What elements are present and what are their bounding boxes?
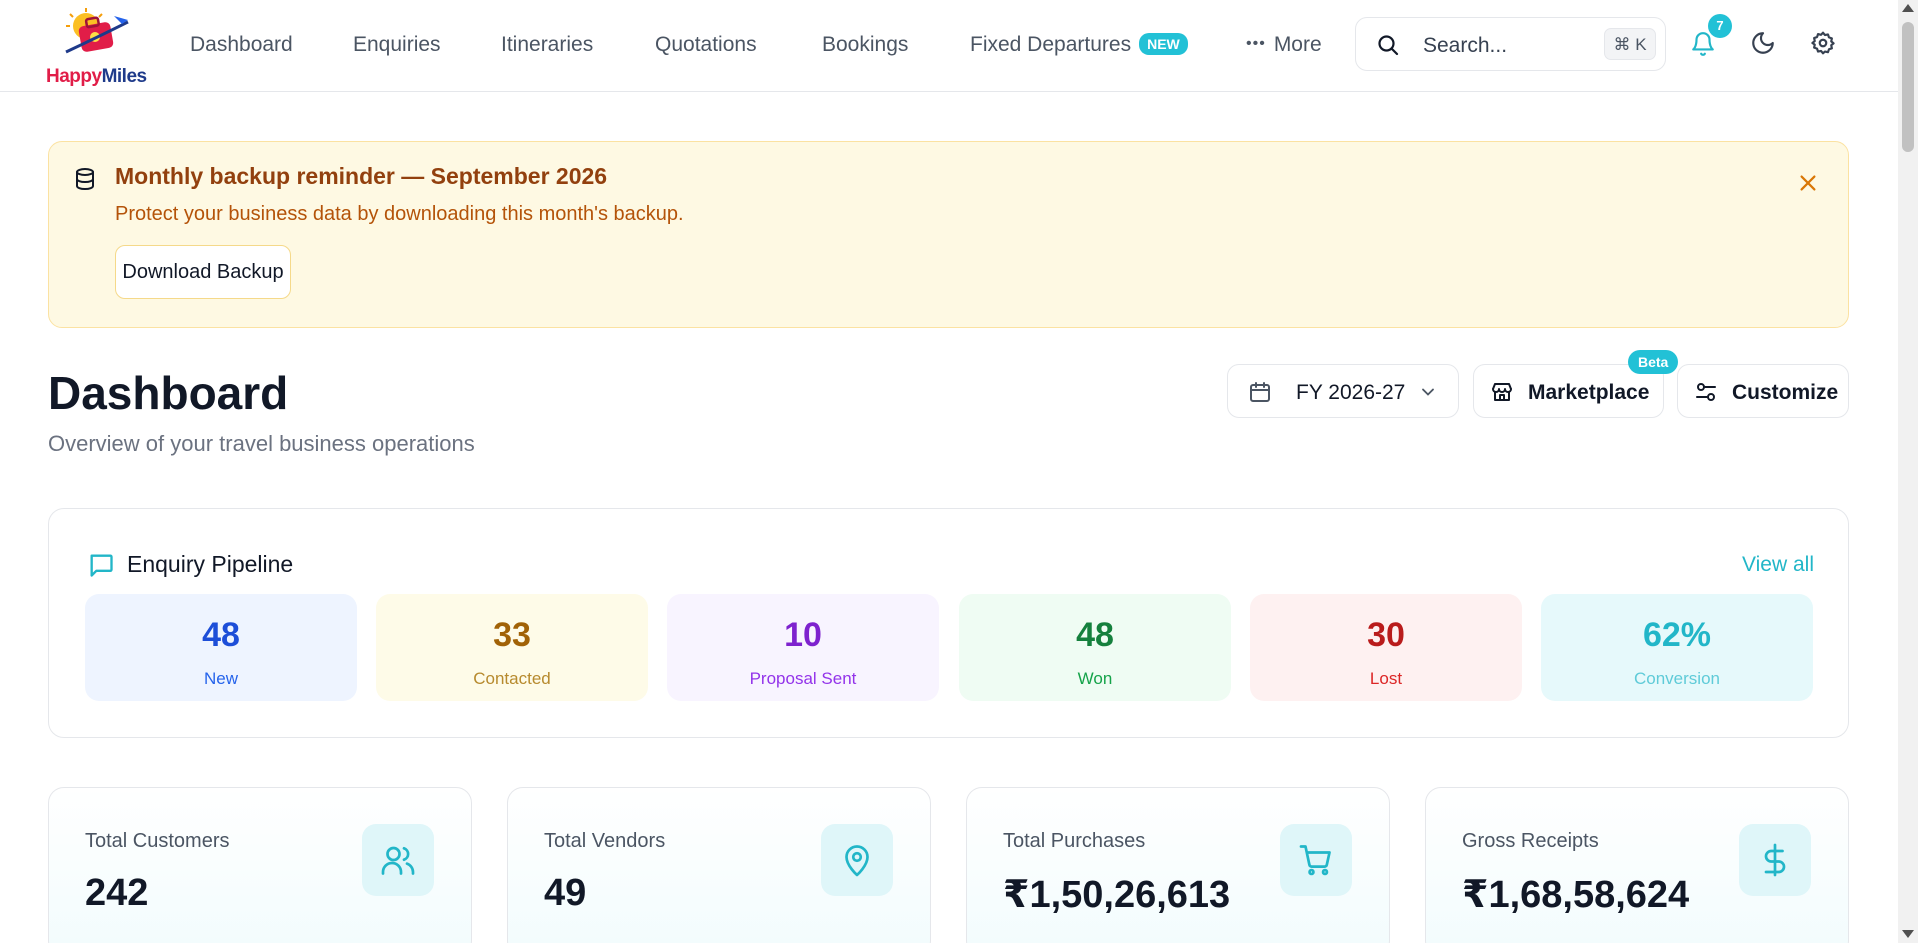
pipeline-stage-lost[interactable]: 30 Lost — [1250, 594, 1522, 701]
stat-card-total-customers[interactable]: Total Customers 242 — [48, 787, 472, 943]
stat-icon-tile — [821, 824, 893, 896]
stat-label: Total Customers — [85, 830, 230, 852]
banner-subtitle: Protect your business data by downloadin… — [115, 203, 684, 225]
stat-value: 49 — [544, 872, 587, 914]
fiscal-year-select[interactable]: FY 2026-27 — [1227, 364, 1459, 418]
notification-count-badge: 7 — [1708, 14, 1732, 38]
pipeline-stage-new[interactable]: 48 New — [85, 594, 357, 701]
search-placeholder: Search... — [1423, 34, 1508, 57]
scroll-thumb[interactable] — [1902, 22, 1914, 152]
chevron-down-icon — [1422, 388, 1434, 396]
nav-fixed-departures[interactable]: Fixed Departures NEW — [970, 33, 1188, 57]
nav-enquiries[interactable]: Enquiries — [353, 33, 441, 57]
page-scrollbar[interactable] — [1898, 0, 1918, 943]
backup-reminder-banner: Monthly backup reminder — September 2026… — [48, 141, 1849, 328]
page-title: Dashboard — [48, 367, 289, 419]
nav-quotations[interactable]: Quotations — [655, 33, 757, 57]
search-shortcut: ⌘ K — [1604, 28, 1656, 60]
stage-count: 62% — [1642, 616, 1712, 654]
customize-label: Customize — [1732, 381, 1839, 404]
stat-icon-tile — [1739, 824, 1811, 896]
stage-label: Contacted — [473, 669, 551, 688]
nav-fixed-departures-label: Fixed Departures — [970, 33, 1132, 56]
stat-value: ₹1,68,58,624 — [1462, 874, 1690, 916]
stat-label: Total Vendors — [544, 830, 666, 852]
database-icon — [76, 168, 94, 191]
scroll-up-arrow-icon[interactable] — [1902, 4, 1914, 12]
view-all-link[interactable]: View all — [1742, 553, 1814, 577]
calendar-icon — [1250, 382, 1270, 402]
beta-badge: Beta — [1628, 350, 1679, 374]
new-badge: NEW — [1139, 33, 1188, 55]
stat-value: 242 — [85, 872, 149, 914]
stage-label: New — [203, 669, 238, 688]
close-icon[interactable] — [1797, 172, 1819, 194]
nav-more[interactable]: ••• More — [1246, 33, 1322, 57]
pipeline-stage-won[interactable]: 48 Won — [959, 594, 1231, 701]
page-subtitle: Overview of your travel business operati… — [48, 431, 475, 456]
stat-card-total-purchases[interactable]: Total Purchases ₹1,50,26,613 — [966, 787, 1390, 943]
gear-icon[interactable] — [1810, 30, 1836, 56]
logo-text: HappyMiles — [46, 66, 147, 87]
message-square-icon — [90, 554, 113, 577]
stat-label: Total Purchases — [1003, 830, 1146, 852]
stage-label: Conversion — [1634, 669, 1720, 688]
nav-more-label: More — [1273, 33, 1322, 56]
nav-bookings[interactable]: Bookings — [822, 33, 908, 57]
download-backup-button[interactable]: Download Backup — [115, 245, 291, 299]
scroll-down-arrow-icon[interactable] — [1902, 930, 1914, 938]
fiscal-year-value: FY 2026-27 — [1296, 381, 1406, 404]
pipeline-stage-proposal-sent[interactable]: 10 Proposal Sent — [667, 594, 939, 701]
stage-label: Proposal Sent — [749, 669, 857, 688]
more-dots-icon: ••• — [1246, 35, 1266, 52]
stat-label: Gross Receipts — [1462, 830, 1599, 852]
stage-count: 48 — [202, 616, 240, 654]
stat-card-total-vendors[interactable]: Total Vendors 49 — [507, 787, 931, 943]
stage-count: 33 — [493, 616, 531, 654]
stage-label: Lost — [1369, 669, 1403, 688]
stat-card-gross-receipts[interactable]: Gross Receipts ₹1,68,58,624 — [1425, 787, 1849, 943]
moon-icon[interactable] — [1750, 30, 1776, 56]
sliders-icon — [1696, 383, 1716, 401]
top-navigation: HappyMiles Dashboard Enquiries Itinerari… — [0, 0, 1898, 92]
stage-count: 48 — [1076, 616, 1114, 654]
store-icon — [1492, 383, 1512, 401]
stage-count: 30 — [1367, 616, 1405, 654]
customize-button[interactable]: Customize — [1677, 364, 1849, 418]
nav-dashboard[interactable]: Dashboard — [190, 33, 293, 57]
enquiry-pipeline-card: Enquiry Pipeline View all 48 New 33 Cont… — [48, 508, 1849, 738]
happymiles-logo[interactable]: HappyMiles — [44, 8, 147, 87]
pipeline-stage-contacted[interactable]: 33 Contacted — [376, 594, 648, 701]
pipeline-title: Enquiry Pipeline — [127, 551, 294, 577]
search-box[interactable]: Search... ⌘ K — [1355, 17, 1666, 71]
stage-count: 10 — [784, 616, 822, 654]
search-icon — [1378, 35, 1399, 56]
pipeline-stage-conversion[interactable]: 62% Conversion — [1541, 594, 1813, 701]
marketplace-label: Marketplace — [1528, 381, 1650, 404]
nav-itineraries[interactable]: Itineraries — [501, 33, 593, 57]
stat-icon-tile — [1280, 824, 1352, 896]
map-pin-icon — [845, 845, 869, 877]
stat-value: ₹1,50,26,613 — [1003, 874, 1231, 916]
stage-label: Won — [1077, 669, 1113, 688]
banner-title: Monthly backup reminder — September 2026 — [115, 163, 608, 189]
cart-icon — [1299, 845, 1331, 876]
stat-icon-tile — [362, 824, 434, 896]
logo-suitcase-icon — [65, 8, 129, 54]
dollar-icon — [1764, 843, 1786, 877]
users-icon — [381, 846, 415, 875]
